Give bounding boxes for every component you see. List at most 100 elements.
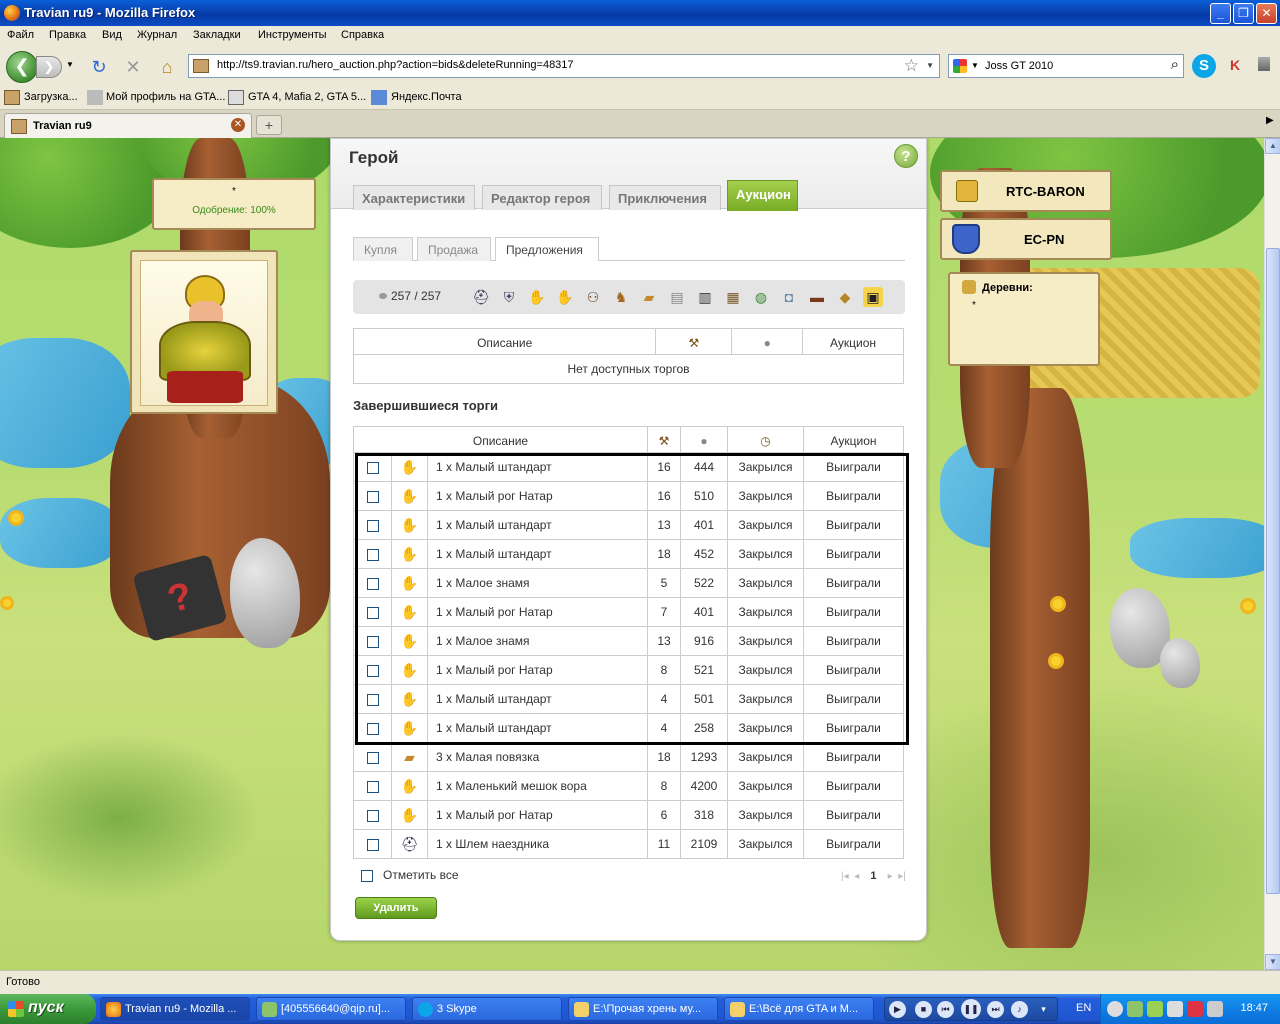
cage-filter-icon[interactable]: ▥ [695, 287, 715, 307]
stop-icon[interactable]: ✕ [122, 56, 144, 78]
tab-auction[interactable]: Аукцион [727, 180, 798, 211]
first-page-icon[interactable]: |◂ [841, 871, 849, 882]
player-sign-rtc-baron[interactable]: RTC-BARON [940, 170, 1112, 212]
tablet-filter-icon[interactable]: ▦ [723, 287, 743, 307]
horse-filter-icon[interactable]: ♞ [611, 287, 631, 307]
history-dropdown-icon[interactable]: ▼ [66, 60, 74, 69]
subtab-bids[interactable]: Предложения [495, 237, 599, 261]
next-page-icon[interactable]: ▸ [888, 871, 893, 882]
ointment-filter-icon[interactable]: ◍ [751, 287, 771, 307]
bookmark-4[interactable]: Яндекс.Почта [391, 91, 462, 103]
row-checkbox[interactable] [366, 664, 379, 677]
row-checkbox[interactable] [366, 577, 379, 590]
menu-help[interactable]: Справка [341, 29, 384, 41]
browser-tab-travian[interactable]: Travian ru9 ✕ [4, 113, 252, 139]
scroll-up-icon[interactable]: ▲ [1265, 138, 1280, 154]
search-box[interactable]: ▼ Joss GT 2010 ⌕ [948, 54, 1184, 78]
pause-icon[interactable]: ❚❚ [961, 999, 981, 1019]
check-all[interactable]: Отметить все [361, 868, 459, 882]
scroll-down-icon[interactable]: ▼ [1265, 954, 1280, 970]
back-button[interactable]: ❮ [6, 51, 38, 83]
reload-icon[interactable]: ↻ [88, 56, 110, 78]
row-checkbox[interactable] [366, 519, 379, 532]
minimize-button[interactable]: _ [1210, 3, 1231, 24]
search-engine-dropdown-icon[interactable]: ▼ [971, 61, 979, 70]
bookmark-star-icon[interactable]: ☆ [904, 56, 919, 76]
next-track-icon[interactable]: ⏭ [987, 1001, 1004, 1018]
menu-history[interactable]: Журнал [137, 29, 177, 41]
row-checkbox[interactable] [366, 606, 379, 619]
menu-view[interactable]: Вид [102, 29, 122, 41]
delete-button[interactable]: Удалить [355, 897, 437, 919]
scroll-filter-icon[interactable]: ▤ [667, 287, 687, 307]
check-all-checkbox[interactable] [361, 869, 373, 882]
previous-track-icon[interactable]: ⏮ [937, 1001, 954, 1018]
right-hand-filter-icon[interactable]: ✋ [555, 287, 575, 307]
new-tab-button[interactable]: + [256, 115, 282, 135]
search-icon[interactable]: ⌕ [1171, 56, 1179, 73]
bandage-filter-icon[interactable]: ▰ [639, 287, 659, 307]
bookmark-2[interactable]: Мой профиль на GTA... [106, 91, 225, 103]
google-icon[interactable] [953, 59, 967, 73]
url-bar[interactable]: http://ts9.travian.ru/hero_auction.php?a… [188, 54, 940, 78]
tab-hero-editor[interactable]: Редактор героя [482, 185, 602, 210]
subtab-buy[interactable]: Купля [353, 237, 413, 261]
row-checkbox[interactable] [366, 838, 379, 851]
url-dropdown-icon[interactable]: ▼ [926, 61, 934, 70]
task-folder-1[interactable]: E:\Прочая хрень му... [568, 997, 718, 1021]
tab-close-icon[interactable]: ✕ [231, 118, 245, 132]
language-indicator[interactable]: EN [1076, 1002, 1091, 1014]
menu-file[interactable]: Файл [7, 29, 34, 41]
bucket-filter-icon[interactable]: ◘ [779, 287, 799, 307]
tray-app-icon[interactable] [1147, 1001, 1163, 1017]
tab-adventures[interactable]: Приключения [609, 185, 721, 210]
village-item[interactable]: * [972, 300, 976, 311]
forward-button[interactable]: ❯ [36, 56, 62, 78]
row-checkbox[interactable] [366, 548, 379, 561]
help-icon[interactable]: ? [894, 144, 918, 168]
back-arrow-icon[interactable] [1107, 1001, 1123, 1017]
bookmark-1[interactable]: Загрузка... [24, 91, 78, 103]
row-checkbox[interactable] [366, 722, 379, 735]
row-checkbox[interactable] [366, 693, 379, 706]
skype-icon[interactable]: S [1192, 54, 1216, 78]
task-folder-2[interactable]: E:\Всё для GTA и М... [724, 997, 874, 1021]
qip-tray-icon[interactable] [1127, 1001, 1143, 1017]
network-icon[interactable] [1167, 1001, 1183, 1017]
maximize-button[interactable]: ❐ [1233, 3, 1254, 24]
subtab-sell[interactable]: Продажа [417, 237, 491, 261]
artwork-filter-icon[interactable]: ◆ [835, 287, 855, 307]
task-firefox[interactable]: Travian ru9 - Mozilla ... [100, 997, 250, 1021]
tray-icon[interactable] [1207, 1001, 1223, 1017]
task-qip[interactable]: [405556640@qip.ru]... [256, 997, 406, 1021]
last-page-icon[interactable]: ▸| [898, 871, 906, 882]
stop-icon[interactable]: ■ [915, 1001, 932, 1018]
book-filter-icon[interactable]: ▬ [807, 287, 827, 307]
addon-k-icon[interactable]: K [1230, 57, 1240, 73]
row-checkbox[interactable] [366, 751, 379, 764]
volume-icon[interactable]: ♪ [1011, 1001, 1028, 1018]
left-hand-filter-icon[interactable]: ✋ [527, 287, 547, 307]
boots-filter-icon[interactable]: ⚇ [583, 287, 603, 307]
prev-page-icon[interactable]: ◂ [854, 871, 859, 882]
tab-attributes[interactable]: Характеристики [353, 185, 475, 210]
home-icon[interactable]: ⌂ [156, 56, 178, 78]
antivirus-icon[interactable] [1187, 1001, 1203, 1017]
row-checkbox[interactable] [366, 780, 379, 793]
media-menu-icon[interactable]: ▾ [1035, 1001, 1052, 1018]
row-checkbox[interactable] [366, 461, 379, 474]
helmet-filter-icon[interactable]: ⛑ [471, 287, 491, 307]
menu-bookmarks[interactable]: Закладки [193, 29, 241, 41]
menu-edit[interactable]: Правка [49, 29, 86, 41]
player-sign-ec-pn[interactable]: EC-PN [940, 218, 1112, 260]
start-button[interactable]: пуск [0, 994, 96, 1024]
tab-scroll-icon[interactable]: ▶ [1266, 115, 1274, 126]
row-checkbox[interactable] [366, 635, 379, 648]
media-player-icon[interactable]: ▶ [889, 1001, 906, 1018]
row-checkbox[interactable] [366, 809, 379, 822]
law-tablet-filter-icon[interactable]: ▣ [863, 287, 883, 307]
scroll-thumb[interactable] [1266, 248, 1280, 894]
bookmark-3[interactable]: GTA 4, Mafia 2, GTA 5... [248, 91, 366, 103]
menu-tools[interactable]: Инструменты [258, 29, 327, 41]
close-button[interactable]: ✕ [1256, 3, 1277, 24]
